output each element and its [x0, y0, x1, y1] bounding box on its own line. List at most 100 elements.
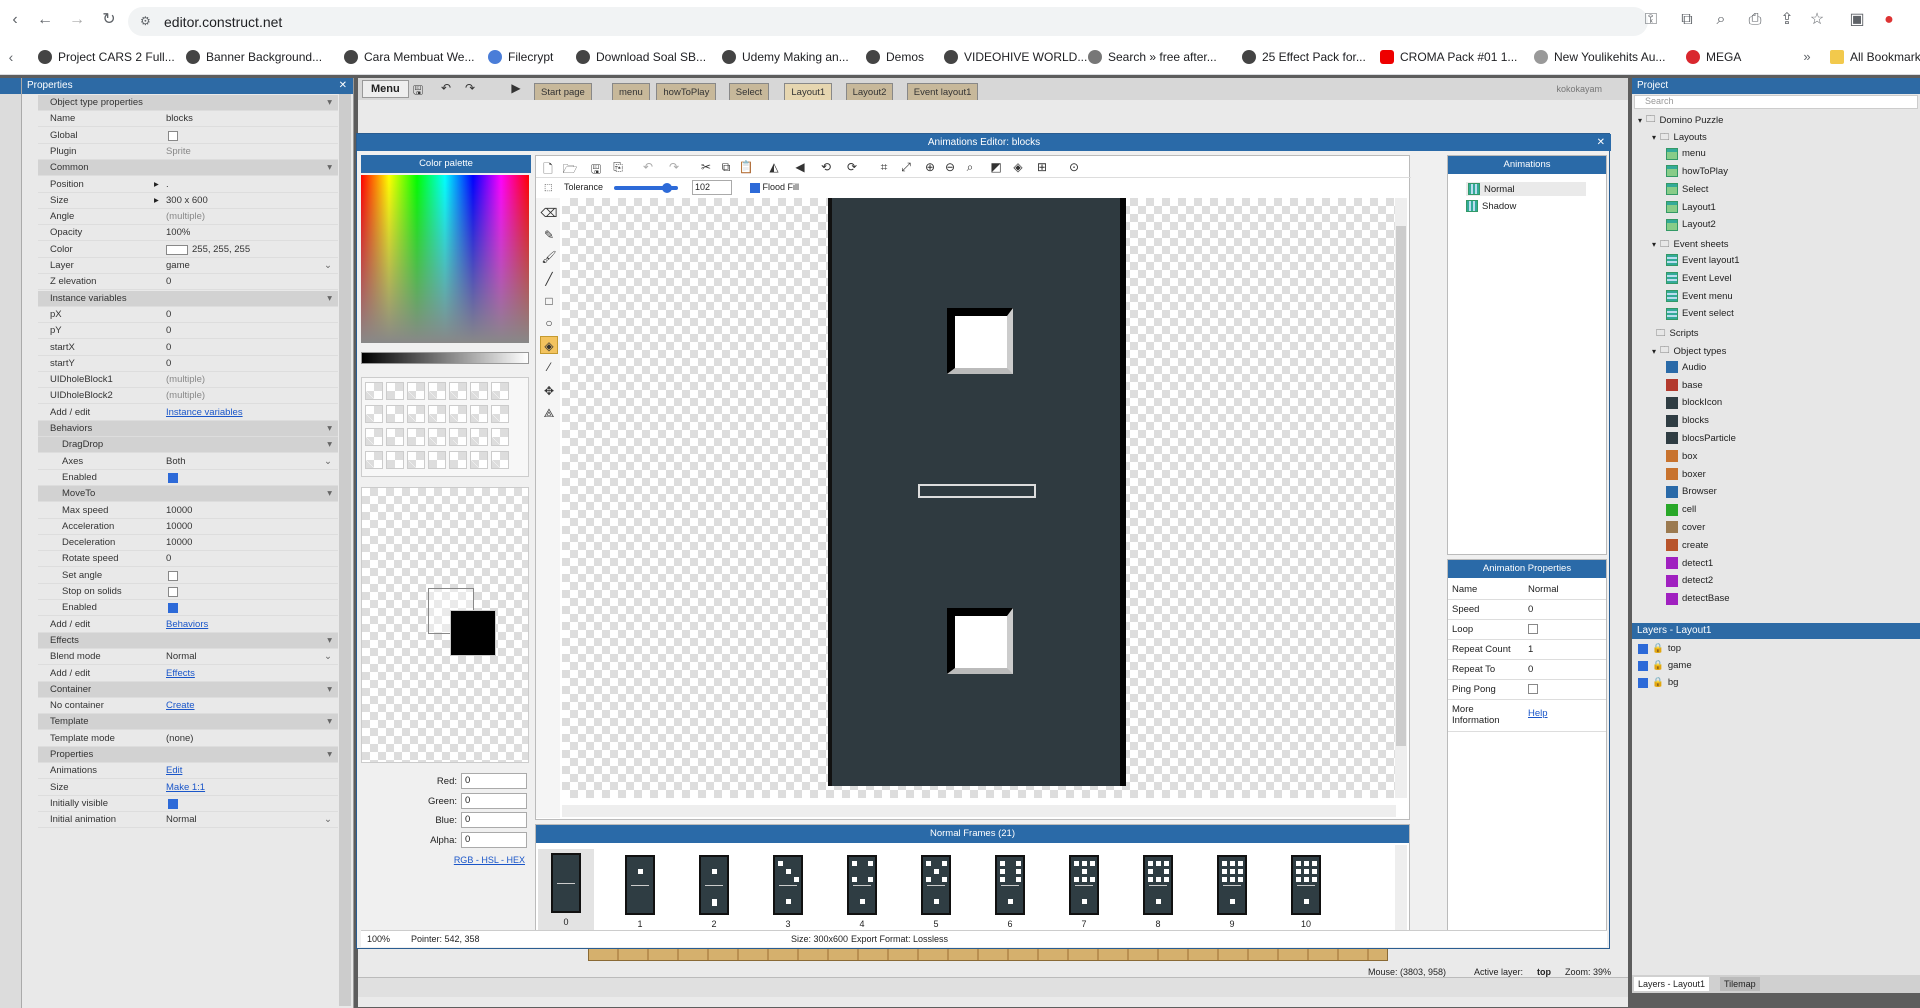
rotate-ccw-icon[interactable]: ⟲	[818, 160, 834, 174]
color-spectrum[interactable]	[361, 175, 529, 343]
tree-item[interactable]: blockIcon	[1666, 396, 1722, 409]
expand-icon[interactable]: ▸	[154, 193, 159, 209]
property-section[interactable]: Instance variables ▾	[38, 290, 338, 307]
bookmark[interactable]: 25 Effect Pack for...	[1242, 50, 1366, 64]
swatch[interactable]	[449, 405, 467, 423]
color-mode-links[interactable]: RGB - HSL - HEX	[361, 855, 525, 865]
checkbox[interactable]	[1638, 660, 1648, 671]
property-section[interactable]: Template ▾	[38, 714, 338, 731]
property-link[interactable]: Edit	[166, 763, 182, 779]
bookmark[interactable]: New Youlikehits Au...	[1534, 50, 1665, 64]
swatch[interactable]	[428, 428, 446, 446]
tab-tilemap[interactable]: Tilemap	[1720, 977, 1760, 991]
tree-item[interactable]: Event Level	[1666, 272, 1732, 285]
canvas-hscrollbar[interactable]	[562, 805, 1396, 817]
swatch[interactable]	[491, 451, 509, 469]
expand-icon[interactable]: ▾	[1652, 347, 1656, 356]
swatch[interactable]	[407, 428, 425, 446]
tree-item[interactable]: Event select	[1666, 307, 1734, 320]
chevron-down-icon[interactable]: ▾	[327, 437, 332, 453]
property-row[interactable]: Angle (multiple)	[38, 209, 338, 226]
animation-frame[interactable]: 3	[768, 855, 808, 929]
swatch[interactable]	[491, 405, 509, 423]
bookmark[interactable]: Search » free after...	[1088, 50, 1217, 64]
field-input[interactable]: 0	[461, 812, 527, 828]
swatch[interactable]	[449, 451, 467, 469]
property-row[interactable]: Opacity 100%	[38, 225, 338, 242]
checkbox[interactable]	[750, 182, 760, 193]
chevron-down-icon[interactable]: ▾	[327, 291, 332, 307]
tab-menu[interactable]: menu	[612, 83, 650, 100]
field-input[interactable]: 0	[461, 792, 527, 809]
frames-scrollbar[interactable]	[1395, 845, 1407, 941]
swatch[interactable]	[491, 382, 509, 400]
grid-icon[interactable]: ⊞	[1034, 160, 1050, 174]
swatch[interactable]	[407, 382, 425, 400]
more-bookmarks-icon[interactable]: »	[1796, 47, 1818, 67]
save-icon[interactable]: 🖫	[410, 81, 426, 102]
bookmark[interactable]: Project CARS 2 Full...	[38, 50, 175, 64]
tree-item[interactable]: ▾ 🗀 Object types	[1652, 343, 1726, 359]
property-row[interactable]: Axes Both ⌄	[38, 454, 338, 470]
property-row[interactable]: Global	[38, 128, 338, 144]
reload-icon[interactable]: ↻	[98, 10, 120, 30]
property-row[interactable]: pY 0	[38, 323, 338, 340]
property-section[interactable]: Behaviors ▾	[38, 421, 338, 437]
swatch[interactable]	[386, 428, 404, 446]
menu-button[interactable]: Menu	[362, 80, 409, 98]
brightness-slider[interactable]	[361, 352, 529, 364]
tree-item[interactable]: blocks	[1666, 414, 1709, 427]
paste-icon[interactable]: 📋	[738, 160, 754, 174]
property-row[interactable]: startY 0	[38, 356, 338, 372]
tree-item[interactable]: ▾ 🗀 Event sheets	[1652, 237, 1728, 253]
tree-item[interactable]: menu	[1666, 147, 1706, 160]
bookmark[interactable]: Cara Membuat We...	[344, 50, 474, 64]
zoom-reset-icon[interactable]: ⌕	[962, 160, 978, 175]
animation-frame[interactable]: 4	[842, 855, 882, 929]
sidebar-icon[interactable]: ▣	[1846, 10, 1868, 30]
redo-icon[interactable]: ↷	[666, 160, 682, 174]
tree-item[interactable]: Audio	[1666, 361, 1706, 374]
bookmark[interactable]: MEGA	[1686, 50, 1741, 64]
property-row[interactable]: Plugin Sprite	[38, 144, 338, 160]
tree-item[interactable]: cover	[1666, 521, 1705, 534]
polygon-icon[interactable]: ⟁	[540, 404, 558, 422]
tree-item[interactable]: detect1	[1666, 557, 1713, 569]
chevron-down-icon[interactable]: ▾	[327, 486, 332, 502]
bookmark[interactable]: VIDEOHIVE WORLD...	[944, 50, 1087, 64]
tree-item[interactable]: Layout1	[1666, 201, 1716, 213]
line-icon[interactable]: ╱	[540, 270, 558, 288]
rotate-cw-icon[interactable]: ⟳	[844, 160, 860, 174]
swatch[interactable]	[470, 451, 488, 469]
swatch[interactable]	[470, 382, 488, 400]
export-icon[interactable]: ⎘	[610, 160, 626, 175]
zoom-out-icon[interactable]: ⊖	[942, 160, 958, 174]
lock-icon[interactable]: 🔒	[1652, 643, 1664, 654]
checkbox[interactable]	[1638, 677, 1648, 688]
swatch[interactable]	[365, 428, 383, 446]
copy-icon[interactable]: ⧉	[718, 160, 734, 175]
swatch[interactable]	[470, 405, 488, 423]
tree-item[interactable]: cell	[1666, 503, 1696, 516]
tree-item[interactable]: create	[1666, 539, 1708, 552]
field-input[interactable]: 0	[461, 773, 527, 789]
flood-fill-checkbox[interactable]: Flood Fill	[750, 182, 799, 193]
tree-item[interactable]: ▾ 🗀 Layouts	[1652, 130, 1707, 146]
eraser-icon[interactable]: ⌫	[540, 204, 558, 222]
swatch[interactable]	[365, 382, 383, 400]
play-icon[interactable]: ▶	[508, 81, 524, 95]
tree-item[interactable]: Layout2	[1666, 218, 1716, 231]
chevron-down-icon[interactable]: ⌄	[324, 454, 332, 470]
swatch[interactable]	[386, 451, 404, 469]
animation-frame[interactable]: 6	[990, 855, 1030, 929]
tree-item[interactable]: 🗀 Scripts	[1652, 326, 1699, 342]
collapsed-panel-header[interactable]	[0, 78, 21, 94]
redo-icon[interactable]: ↷	[462, 81, 478, 95]
tab-layout1[interactable]: Layout1	[784, 83, 833, 100]
swatch[interactable]	[386, 405, 404, 423]
property-row[interactable]: Color 255, 255, 255	[38, 242, 338, 258]
property-row[interactable]: Position. ▸	[38, 177, 338, 193]
property-row[interactable]: Max speed 10000	[38, 503, 338, 519]
pencil-icon[interactable]: ✎	[540, 226, 558, 244]
tree-item[interactable]: Browser	[1666, 485, 1717, 498]
